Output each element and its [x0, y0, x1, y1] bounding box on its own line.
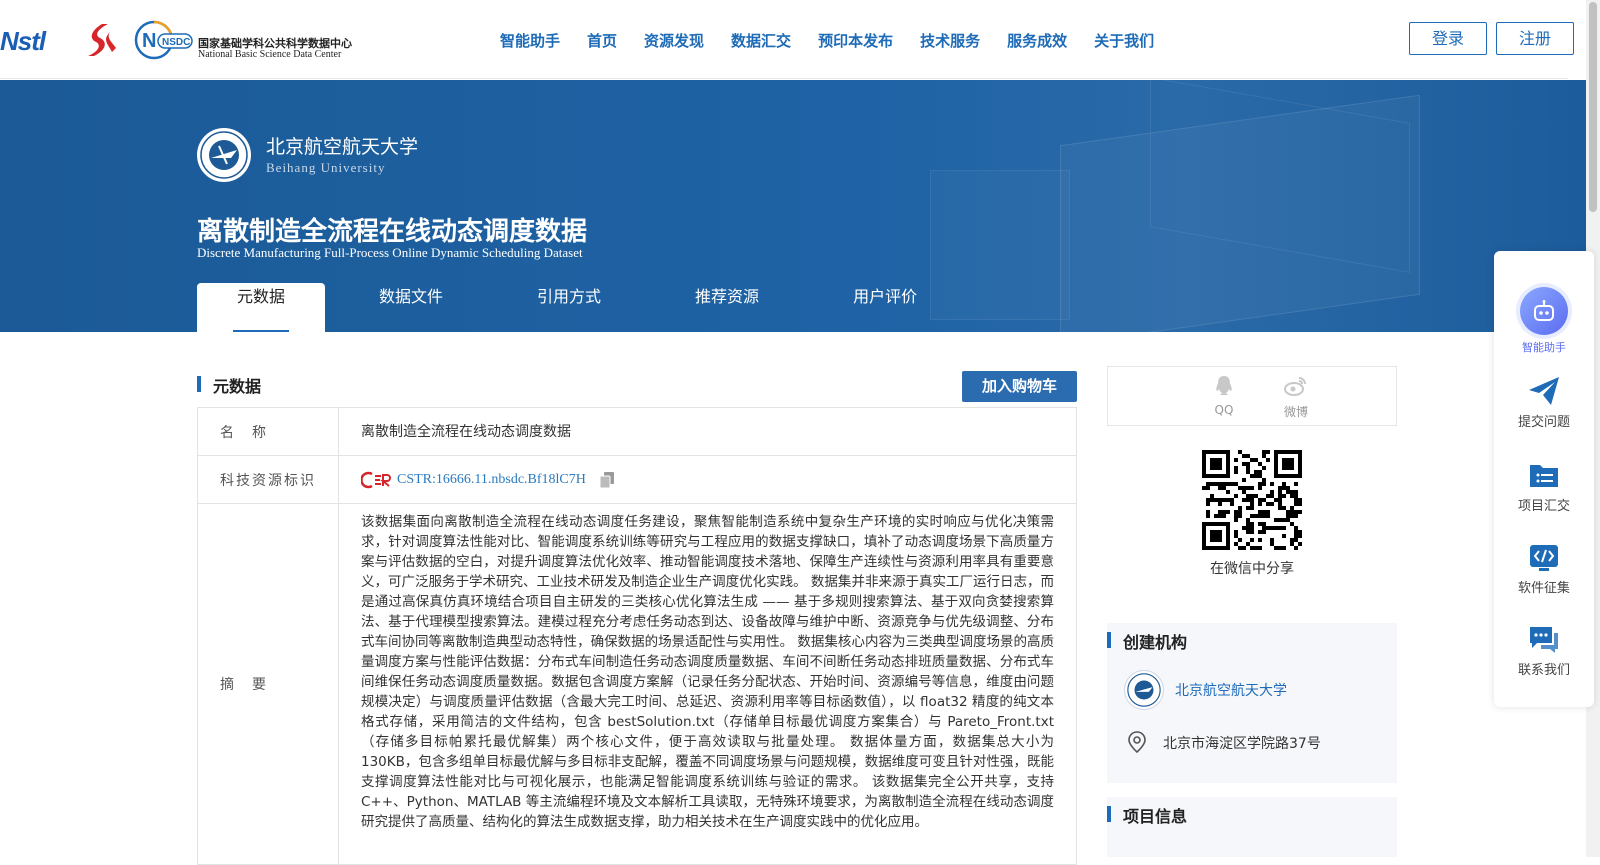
- nav-data-submission[interactable]: 数据汇交: [731, 30, 791, 51]
- tab-citation[interactable]: 引用方式: [497, 283, 641, 332]
- nav-preprint[interactable]: 预印本发布: [818, 30, 893, 51]
- share-panel: QQ 微博: [1107, 366, 1397, 426]
- identifier-value: CSTR:16666.11.nbsdc.Bf18lC7H: [339, 456, 1076, 503]
- float-project-label: 项目汇交: [1517, 499, 1570, 514]
- project-panel: 项目信息: [1107, 797, 1397, 857]
- cstr-icon: [361, 471, 391, 488]
- nsdc-logo[interactable]: N NSDC 国家基础学科公共科学数据中心 National Basic Sci…: [134, 20, 352, 62]
- nav-home[interactable]: 首页: [587, 30, 617, 51]
- top-header: Nstl N NSDC 国家基础学科公共科学数据中心 National Basi…: [0, 0, 1574, 79]
- login-button[interactable]: 登录: [1409, 22, 1487, 55]
- creator-title: 创建机构: [1123, 633, 1188, 652]
- creator-address: 北京市海淀区学院路37号: [1163, 736, 1321, 752]
- float-ai-assistant[interactable]: 智能助手: [1494, 287, 1594, 355]
- dataset-title-cn: 离散制造全流程在线动态调度数据: [197, 217, 588, 247]
- svg-text:NSDC: NSDC: [162, 37, 190, 48]
- svg-text:N: N: [142, 30, 156, 52]
- beihang-university-logo: [197, 128, 251, 182]
- section-title: 元数据: [213, 377, 262, 396]
- university-name-en: Beihang University: [266, 160, 386, 175]
- name-value: 离散制造全流程在线动态调度数据: [361, 423, 571, 440]
- float-contact-us[interactable]: 联系我们: [1494, 623, 1594, 678]
- scrollbar-thumb[interactable]: [1589, 2, 1597, 212]
- float-software-label: 软件征集: [1517, 581, 1570, 596]
- creator-org-link[interactable]: 北京航空航天大学: [1175, 680, 1287, 700]
- university-name-cn[interactable]: 北京航空航天大学: [266, 132, 418, 159]
- creator-panel: 创建机构 北京航空航天大学 北京市海淀区学院路37号: [1107, 623, 1397, 783]
- name-label: 名 称: [198, 408, 339, 455]
- abstract-value: 该数据集面向离散制造全流程在线动态调度任务建设，聚焦智能制造系统中复杂生产环境的…: [361, 514, 1054, 830]
- weibo-icon: [1284, 377, 1306, 396]
- float-ai-label: 智能助手: [1522, 341, 1566, 354]
- tab-metadata[interactable]: 元数据: [197, 283, 326, 332]
- nav-about-us[interactable]: 关于我们: [1094, 30, 1154, 51]
- weibo-label: 微博: [1283, 405, 1308, 419]
- qq-label: QQ: [1214, 403, 1234, 417]
- float-software-collection[interactable]: 软件征集: [1494, 541, 1594, 596]
- tab-recommended[interactable]: 推荐资源: [655, 283, 799, 332]
- add-to-cart-button[interactable]: 加入购物车: [962, 371, 1077, 402]
- main-nav: 智能助手 首页 资源发现 数据汇交 预印本发布 技术服务 服务成效 关于我们: [500, 30, 1181, 51]
- org-logo: [1124, 670, 1164, 710]
- copy-icon[interactable]: [599, 471, 614, 488]
- paper-plane-icon: [1529, 377, 1559, 405]
- section-accent-bar: [1107, 806, 1111, 822]
- tab-data-files[interactable]: 数据文件: [339, 283, 483, 332]
- nav-service-results[interactable]: 服务成效: [1007, 30, 1067, 51]
- float-submit-question[interactable]: 提交问题: [1494, 375, 1594, 430]
- metadata-table: 名 称 离散制造全流程在线动态调度数据 科技资源标识 CSTR:16666.11…: [197, 407, 1077, 865]
- dataset-hero-banner: 北京航空航天大学 Beihang University 离散制造全流程在线动态调…: [0, 80, 1586, 332]
- table-row: 摘 要 该数据集面向离散制造全流程在线动态调度任务建设，聚焦智能制造系统中复杂生…: [198, 504, 1076, 864]
- wechat-qr-code: [1202, 450, 1302, 550]
- nav-tech-services[interactable]: 技术服务: [920, 30, 980, 51]
- project-title: 项目信息: [1123, 807, 1188, 826]
- section-accent-bar: [1107, 632, 1111, 648]
- section-accent-bar: [197, 376, 201, 392]
- table-row: 名 称 离散制造全流程在线动态调度数据: [198, 408, 1076, 456]
- code-icon: [1530, 545, 1558, 571]
- nav-resource-discovery[interactable]: 资源发现: [644, 30, 704, 51]
- location-pin-icon: [1128, 731, 1146, 753]
- abstract-label: 摘 要: [198, 504, 339, 864]
- dataset-title-en: Discrete Manufacturing Full-Process Onli…: [197, 245, 583, 260]
- nav-ai-assistant[interactable]: 智能助手: [500, 30, 560, 51]
- share-weibo[interactable]: 微博: [1276, 375, 1316, 420]
- dataset-tabs: 元数据 数据文件 引用方式 推荐资源 用户评价: [197, 283, 971, 332]
- nsdc-badge-icon: N NSDC: [134, 20, 193, 60]
- table-row: 科技资源标识 CSTR:16666.11.nbsdc.Bf18lC7H: [198, 456, 1076, 504]
- folder-list-icon: [1530, 465, 1558, 487]
- qq-icon: [1216, 376, 1232, 395]
- cstr-link[interactable]: CSTR:16666.11.nbsdc.Bf18lC7H: [397, 472, 586, 488]
- robot-icon: [1520, 287, 1568, 335]
- float-project-submission[interactable]: 项目汇交: [1494, 459, 1594, 514]
- nsdc-name-en: National Basic Science Data Center: [198, 49, 342, 60]
- floating-toolbar: 智能助手 提交问题 项目汇交 软件征集 联系我们: [1494, 251, 1594, 707]
- tab-user-reviews[interactable]: 用户评价: [813, 283, 957, 332]
- register-button[interactable]: 注册: [1496, 22, 1574, 55]
- nstl-logo[interactable]: Nstl: [0, 26, 46, 57]
- float-submit-label: 提交问题: [1517, 415, 1570, 430]
- share-qq[interactable]: QQ: [1204, 375, 1244, 417]
- identifier-label: 科技资源标识: [198, 456, 339, 503]
- float-contact-label: 联系我们: [1517, 663, 1570, 678]
- red-swirl-logo[interactable]: [82, 22, 118, 58]
- chat-bubble-icon: [1530, 627, 1558, 653]
- wechat-share-caption: 在微信中分享: [1210, 561, 1294, 577]
